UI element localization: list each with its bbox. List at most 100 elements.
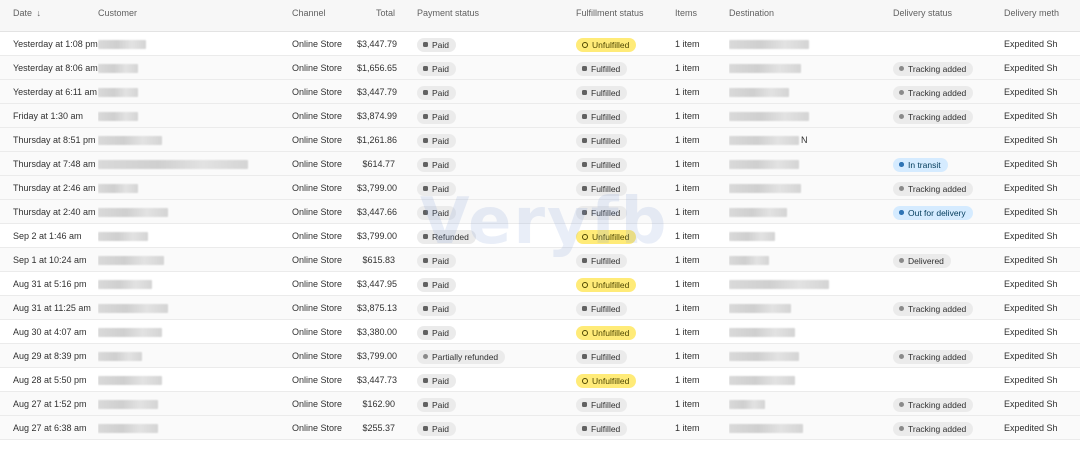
table-row[interactable]: Friday at 1:30 am Online Store $3,874.99 Pa… bbox=[0, 104, 1080, 128]
table-row[interactable]: Sep 2 at 1:46 am Online Store $3,799.00 Ref… bbox=[0, 224, 1080, 248]
item-count[interactable]: 1 item bbox=[675, 200, 729, 224]
table-row[interactable]: Thursday at 8:51 pm Online Store $1,261.86… bbox=[0, 128, 1080, 152]
column-header-destination[interactable]: Destination bbox=[729, 0, 893, 32]
item-count[interactable]: 1 item bbox=[675, 32, 729, 56]
table-row[interactable]: Yesterday at 6:11 am Online Store $3,447.7… bbox=[0, 80, 1080, 104]
table-row[interactable]: Aug 31 at 11:25 am Online Store $3,875.13 P… bbox=[0, 296, 1080, 320]
order-date[interactable]: Yesterday at 6:11 am bbox=[0, 80, 98, 104]
table-row[interactable]: Yesterday at 1:08 pm Online Store $3,447.7… bbox=[0, 32, 1080, 56]
customer-name[interactable] bbox=[98, 80, 292, 104]
customer-name[interactable] bbox=[98, 368, 292, 392]
item-count[interactable]: 1 item bbox=[675, 320, 729, 344]
column-header-channel[interactable]: Channel bbox=[292, 0, 357, 32]
customer-name[interactable] bbox=[98, 200, 292, 224]
customer-name[interactable] bbox=[98, 224, 292, 248]
column-header-delivery-method[interactable]: Delivery meth bbox=[1004, 0, 1080, 32]
item-count[interactable]: 1 item bbox=[675, 272, 729, 296]
payment-badge: Paid bbox=[417, 301, 457, 316]
customer-name[interactable] bbox=[98, 152, 292, 176]
customer-name[interactable] bbox=[98, 344, 292, 368]
redacted-destination bbox=[729, 424, 803, 434]
table-row[interactable]: Aug 31 at 5:16 pm Online Store $3,447.95 Pa… bbox=[0, 272, 1080, 296]
delivery-method: Expedited Sh bbox=[1004, 56, 1080, 80]
order-date[interactable]: Yesterday at 1:08 pm bbox=[0, 32, 98, 56]
order-date[interactable]: Aug 29 at 8:39 pm bbox=[0, 344, 98, 368]
table-row[interactable]: Thursday at 2:46 am Online Store $3,799.00… bbox=[0, 176, 1080, 200]
customer-name[interactable] bbox=[98, 248, 292, 272]
customer-name[interactable] bbox=[98, 56, 292, 80]
item-count[interactable]: 1 item bbox=[675, 104, 729, 128]
table-row[interactable]: Thursday at 2:40 am Online Store $3,447.66… bbox=[0, 200, 1080, 224]
table-row[interactable]: Aug 27 at 6:38 am Online Store $255.37 Paid… bbox=[0, 416, 1080, 440]
redacted-customer bbox=[98, 352, 142, 362]
order-date[interactable]: Sep 2 at 1:46 am bbox=[0, 224, 98, 248]
order-date[interactable]: Aug 27 at 1:52 pm bbox=[0, 392, 98, 416]
item-count[interactable]: 1 item bbox=[675, 224, 729, 248]
column-header-fulfillment-status[interactable]: Fulfillment status bbox=[576, 0, 675, 32]
column-header-customer[interactable]: Customer bbox=[98, 0, 292, 32]
column-header-payment-status[interactable]: Payment status bbox=[417, 0, 576, 32]
order-total: $255.37 bbox=[357, 416, 417, 440]
customer-name[interactable] bbox=[98, 272, 292, 296]
fulfillment-status: Fulfilled bbox=[576, 80, 675, 104]
column-header-delivery-status[interactable]: Delivery status bbox=[893, 0, 1004, 32]
fulfillment-status: Unfulfilled bbox=[576, 272, 675, 296]
payment-label: Paid bbox=[432, 399, 450, 410]
item-count[interactable]: 1 item bbox=[675, 56, 729, 80]
column-header-items[interactable]: Items bbox=[675, 0, 729, 32]
item-count[interactable]: 1 item bbox=[675, 176, 729, 200]
sort-down-icon[interactable]: ↓ bbox=[37, 8, 42, 18]
sales-channel: Online Store bbox=[292, 32, 357, 56]
customer-name[interactable] bbox=[98, 320, 292, 344]
payment-label: Paid bbox=[432, 375, 450, 386]
customer-name[interactable] bbox=[98, 416, 292, 440]
redacted-customer bbox=[98, 232, 148, 242]
customer-name[interactable] bbox=[98, 296, 292, 320]
table-row[interactable]: Sep 1 at 10:24 am Online Store $615.83 Paid… bbox=[0, 248, 1080, 272]
order-date[interactable]: Aug 30 at 4:07 am bbox=[0, 320, 98, 344]
table-row[interactable]: Yesterday at 8:06 am Online Store $1,656.6… bbox=[0, 56, 1080, 80]
item-count[interactable]: 1 item bbox=[675, 344, 729, 368]
item-count[interactable]: 1 item bbox=[675, 152, 729, 176]
redacted-customer bbox=[98, 328, 162, 338]
table-row[interactable]: Aug 28 at 5:50 pm Online Store $3,447.73 Pa… bbox=[0, 368, 1080, 392]
payment-status: Paid bbox=[417, 80, 576, 104]
status-dot-icon bbox=[423, 426, 428, 432]
delivery-status: In transit bbox=[893, 152, 1004, 176]
customer-name[interactable] bbox=[98, 128, 292, 152]
item-count[interactable]: 1 item bbox=[675, 128, 729, 152]
item-count[interactable]: 1 item bbox=[675, 416, 729, 440]
order-date[interactable]: Sep 1 at 10:24 am bbox=[0, 248, 98, 272]
order-date[interactable]: Yesterday at 8:06 am bbox=[0, 56, 98, 80]
order-date[interactable]: Aug 31 at 5:16 pm bbox=[0, 272, 98, 296]
customer-name[interactable] bbox=[98, 176, 292, 200]
delivery-badge: In transit bbox=[893, 157, 948, 172]
order-date[interactable]: Aug 27 at 6:38 am bbox=[0, 416, 98, 440]
payment-status: Paid bbox=[417, 368, 576, 392]
item-count[interactable]: 1 item bbox=[675, 368, 729, 392]
delivery-status: Tracking added bbox=[893, 416, 1004, 440]
redacted-destination bbox=[729, 400, 765, 410]
table-row[interactable]: Aug 27 at 1:52 pm Online Store $162.90 Paid… bbox=[0, 392, 1080, 416]
fulfillment-label: Fulfilled bbox=[591, 183, 621, 194]
destination bbox=[729, 392, 893, 416]
item-count[interactable]: 1 item bbox=[675, 80, 729, 104]
column-header-total[interactable]: Total bbox=[357, 0, 417, 32]
table-row[interactable]: Aug 29 at 8:39 pm Online Store $3,799.00 Pa… bbox=[0, 344, 1080, 368]
item-count[interactable]: 1 item bbox=[675, 296, 729, 320]
column-header-date[interactable]: Date ↓ bbox=[0, 0, 98, 32]
table-row[interactable]: Thursday at 7:48 am Online Store $614.77 Pa… bbox=[0, 152, 1080, 176]
order-date[interactable]: Thursday at 8:51 pm bbox=[0, 128, 98, 152]
item-count[interactable]: 1 item bbox=[675, 392, 729, 416]
order-date[interactable]: Thursday at 2:46 am bbox=[0, 176, 98, 200]
customer-name[interactable] bbox=[98, 392, 292, 416]
customer-name[interactable] bbox=[98, 104, 292, 128]
customer-name[interactable] bbox=[98, 32, 292, 56]
order-date[interactable]: Thursday at 2:40 am bbox=[0, 200, 98, 224]
order-date[interactable]: Thursday at 7:48 am bbox=[0, 152, 98, 176]
order-date[interactable]: Friday at 1:30 am bbox=[0, 104, 98, 128]
item-count[interactable]: 1 item bbox=[675, 248, 729, 272]
table-row[interactable]: Aug 30 at 4:07 am Online Store $3,380.00 Pa… bbox=[0, 320, 1080, 344]
order-date[interactable]: Aug 28 at 5:50 pm bbox=[0, 368, 98, 392]
order-date[interactable]: Aug 31 at 11:25 am bbox=[0, 296, 98, 320]
